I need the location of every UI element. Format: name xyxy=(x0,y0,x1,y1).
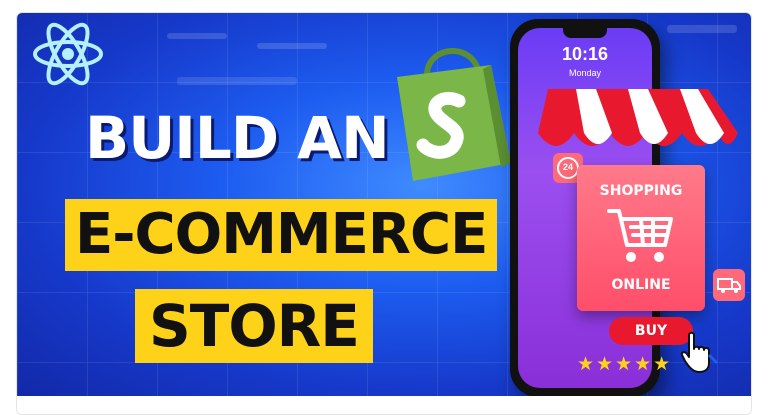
cart-icon xyxy=(607,209,673,262)
headline-line-3: STORE xyxy=(135,289,373,363)
shopify-bag-icon xyxy=(397,48,511,181)
background-decoration xyxy=(257,43,327,49)
sign-bottom-text: ONLINE xyxy=(611,277,671,293)
video-thumbnail[interactable]: BUILD AN E-COMMERCE STORE 10:16 Monday 2… xyxy=(17,13,751,396)
card-footer xyxy=(17,396,751,414)
headline-line-2: E-COMMERCE xyxy=(65,199,498,271)
headline-line-1: BUILD AN xyxy=(85,104,390,172)
shopping-online-sign: SHOPPING ONLINE xyxy=(577,165,705,311)
truck-icon xyxy=(717,278,741,293)
phone-time: 10:16 xyxy=(561,44,609,64)
background-decoration xyxy=(177,77,297,85)
store-awning-icon xyxy=(538,89,738,146)
sign-top-text: SHOPPING xyxy=(599,183,683,199)
react-logo-icon xyxy=(33,22,103,86)
video-card[interactable]: BUILD AN E-COMMERCE STORE 10:16 Monday 2… xyxy=(16,12,752,415)
phone-notch xyxy=(563,28,607,38)
background-decoration xyxy=(167,33,227,39)
hand-pointer-icon xyxy=(680,331,719,373)
background-decoration xyxy=(667,25,737,33)
delivery-badge xyxy=(713,269,745,301)
rating-stars: ★★★★★ xyxy=(577,354,673,375)
phone-day: Monday xyxy=(568,68,602,78)
page: BUILD AN E-COMMERCE STORE 10:16 Monday 2… xyxy=(0,0,768,415)
